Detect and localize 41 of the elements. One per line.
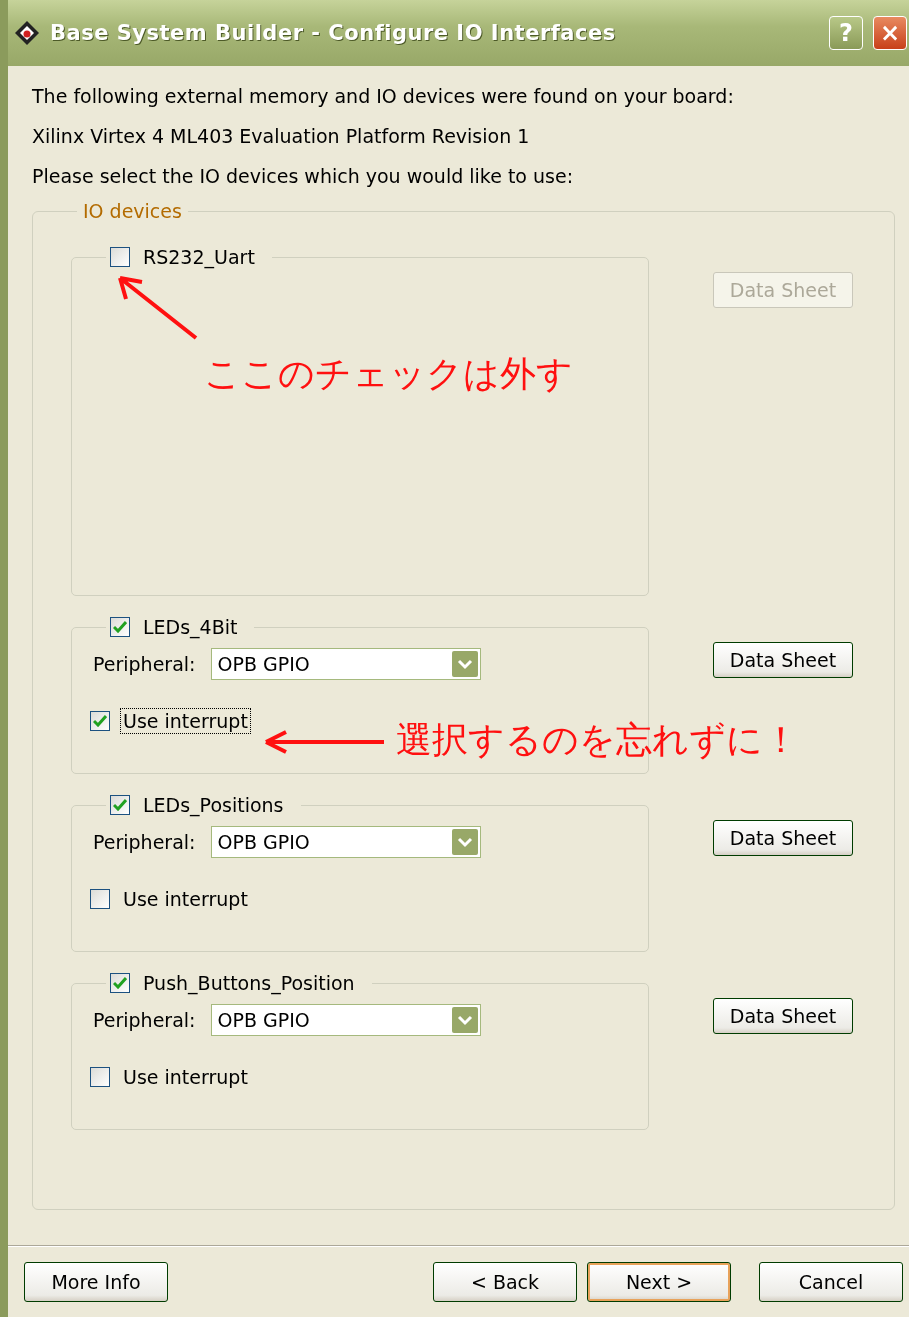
device-label[interactable]: RS232_Uart bbox=[140, 244, 258, 270]
device-label[interactable]: LEDs_4Bit bbox=[140, 614, 241, 640]
checkmark-icon bbox=[113, 799, 127, 811]
checkbox[interactable] bbox=[110, 795, 130, 815]
checkbox[interactable] bbox=[110, 247, 130, 267]
checkbox-label[interactable]: Use interrupt bbox=[120, 886, 251, 912]
intro-text: Xilinx Virtex 4 ML403 Evaluation Platform Revision 1 bbox=[32, 124, 531, 149]
dialog-button[interactable]: Next > bbox=[587, 1262, 731, 1302]
window-title: Base System Builder - Configure IO Interfaces bbox=[50, 21, 617, 45]
dialog-button[interactable]: < Back bbox=[433, 1262, 577, 1302]
data-sheet-button[interactable]: Data Sheet bbox=[713, 820, 853, 856]
peripheral-dropdown[interactable]: OPB GPIO bbox=[210, 1004, 481, 1036]
dialog-button[interactable]: Cancel bbox=[759, 1262, 903, 1302]
checkbox[interactable] bbox=[90, 711, 110, 731]
peripheral-label: Peripheral: bbox=[92, 830, 197, 855]
checkbox[interactable] bbox=[110, 617, 130, 637]
dialog-button[interactable]: More Info bbox=[24, 1262, 168, 1302]
intro-text: The following external memory and IO devices were found on your board: bbox=[32, 84, 735, 109]
checkmark-icon bbox=[93, 715, 107, 727]
data-sheet-button[interactable]: Data Sheet bbox=[713, 998, 853, 1034]
app-logo-icon bbox=[14, 20, 40, 46]
intro-text: Please select the IO devices which you would like to use: bbox=[32, 164, 575, 189]
checkbox-label[interactable]: Use interrupt bbox=[120, 1064, 251, 1090]
close-button[interactable]: × bbox=[873, 16, 907, 50]
checkmark-icon bbox=[113, 977, 127, 989]
checkbox[interactable] bbox=[110, 973, 130, 993]
checkbox[interactable] bbox=[90, 1067, 110, 1087]
checkbox[interactable] bbox=[90, 889, 110, 909]
arrow-icon bbox=[262, 728, 386, 756]
peripheral-label: Peripheral: bbox=[92, 652, 197, 677]
device-label[interactable]: Push_Buttons_Position bbox=[140, 970, 358, 996]
annotation-text: ここのチェックは外す bbox=[204, 352, 573, 396]
peripheral-label: Peripheral: bbox=[92, 1008, 197, 1033]
annotation-text: 選択するのを忘れずに！ bbox=[396, 718, 799, 762]
group-title: IO devices bbox=[82, 200, 183, 222]
checkmark-icon bbox=[113, 621, 127, 633]
device-label[interactable]: LEDs_Positions bbox=[140, 792, 287, 818]
data-sheet-button[interactable]: Data Sheet bbox=[713, 642, 853, 678]
checkbox-label[interactable]: Use interrupt bbox=[120, 708, 251, 734]
peripheral-dropdown[interactable]: OPB GPIO bbox=[210, 648, 481, 680]
peripheral-dropdown[interactable]: OPB GPIO bbox=[210, 826, 481, 858]
